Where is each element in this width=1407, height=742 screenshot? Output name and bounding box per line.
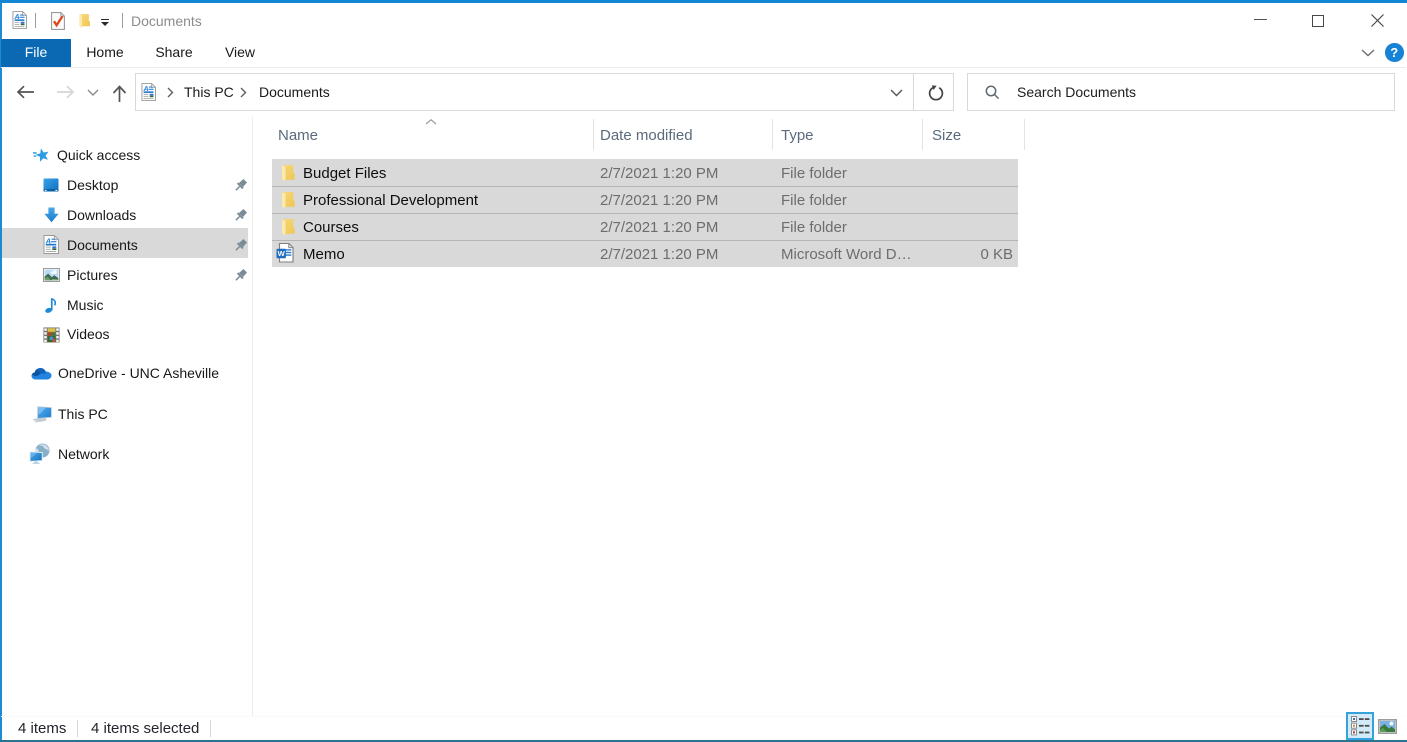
svg-text:W: W — [278, 249, 286, 258]
